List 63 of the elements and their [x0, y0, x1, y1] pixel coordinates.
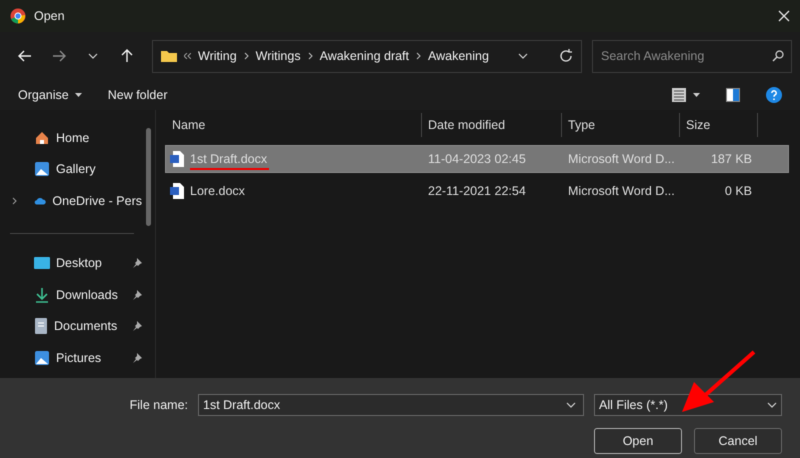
new-folder-button[interactable]: New folder [108, 86, 168, 104]
address-bar[interactable]: Writing Writings Awakening draft Awakening [152, 40, 582, 72]
scrollbar[interactable] [146, 128, 151, 226]
file-name: Lore.docx [190, 184, 245, 198]
sidebar-item[interactable]: Documents [54, 319, 126, 334]
dropdown-icon[interactable] [566, 400, 576, 410]
column-header[interactable]: Size [680, 113, 758, 137]
chevron-right-icon [308, 52, 313, 60]
file-name-field[interactable]: 1st Draft.docx [198, 394, 584, 416]
home-icon [34, 130, 50, 146]
desktop-icon [34, 256, 50, 270]
word-document-icon [170, 151, 184, 167]
search-icon[interactable] [772, 50, 784, 62]
sidebar-item[interactable]: Pictures [56, 350, 126, 365]
back-arrow-icon[interactable] [18, 50, 32, 62]
forward-arrow-icon[interactable] [52, 50, 66, 62]
date-cell-text: 11-04-2023 02:45 [427, 152, 527, 166]
word-document-icon [170, 183, 184, 199]
picture-icon [34, 350, 50, 366]
type-cell-text: Microsoft Word D... [567, 152, 676, 166]
preview-pane-icon[interactable] [726, 88, 740, 102]
breadcrumb-item[interactable]: Awakening draft [320, 49, 410, 63]
expand-icon[interactable] [12, 196, 17, 205]
size-cell-text: 187 KB [710, 152, 753, 166]
chevrons-icon [184, 53, 191, 59]
chevron-right-icon [244, 52, 249, 60]
breadcrumb-item[interactable]: Awakening [428, 49, 489, 63]
dropdown-icon[interactable] [767, 400, 777, 410]
cancel-button[interactable]: Cancel [694, 428, 782, 454]
open-button[interactable]: Open [594, 428, 682, 454]
column-header[interactable]: Name [166, 113, 422, 137]
column-header[interactable]: Type [562, 113, 680, 137]
refresh-icon[interactable] [559, 49, 573, 63]
up-arrow-icon[interactable] [121, 49, 133, 63]
document-icon [34, 318, 48, 334]
organise-menu[interactable]: Organise [18, 86, 82, 104]
view-options-icon[interactable] [672, 88, 700, 102]
sidebar-item[interactable]: Desktop [56, 256, 126, 270]
close-icon[interactable] [778, 10, 790, 22]
browser-logo-icon [10, 8, 26, 24]
caret-icon [74, 93, 82, 97]
breadcrumb-item[interactable]: Writing [198, 49, 237, 63]
dropdown-icon[interactable] [518, 51, 528, 61]
help-icon[interactable] [766, 87, 782, 103]
picture-icon [34, 161, 50, 178]
recent-locations-icon[interactable] [88, 51, 98, 61]
size-cell-text: 0 KB [724, 184, 753, 198]
sidebar-item[interactable]: Gallery [56, 162, 142, 176]
download-icon [34, 286, 50, 303]
file-type-dropdown[interactable]: All Files (*.*) [594, 394, 782, 416]
breadcrumb-item[interactable]: Writings [256, 49, 301, 63]
search-field[interactable]: Search Awakening [592, 40, 792, 72]
type-cell-text: Microsoft Word D... [567, 184, 676, 198]
window-title: Open [34, 9, 66, 23]
file-row[interactable]: Lore.docx 22-11-2021 22:54 Microsoft Word D... 0 KB [166, 178, 788, 204]
sidebar-item[interactable]: Downloads [56, 288, 126, 302]
folder-icon [161, 50, 177, 62]
sidebar-item[interactable]: OneDrive - Pers [52, 194, 142, 208]
date-cell-text: 22-11-2021 22:54 [427, 184, 527, 198]
file-name-label: File name: [128, 398, 188, 412]
column-header[interactable]: Date modified [422, 113, 562, 137]
sidebar-item[interactable]: Home [56, 130, 142, 145]
chevron-right-icon [416, 52, 422, 60]
